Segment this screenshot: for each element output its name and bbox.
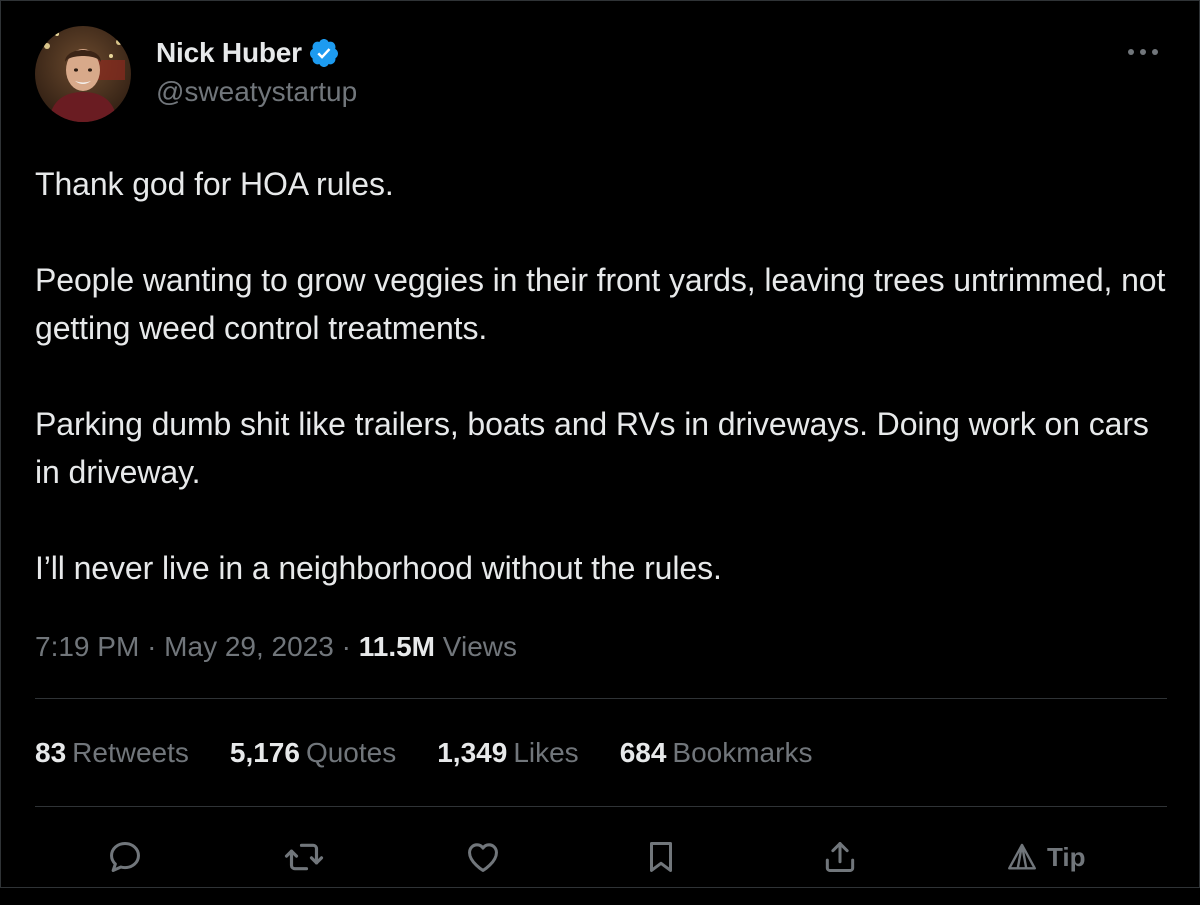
tweet-paragraph: Thank god for HOA rules. [35, 166, 394, 202]
stat-count: 1,349 [437, 736, 508, 768]
like-icon[interactable] [461, 835, 505, 879]
stat-count: 83 [35, 736, 67, 768]
stat-label: Retweets [72, 736, 189, 768]
tweet-meta: 7:19 PM · May 29, 2023 · 11.5M Views [35, 627, 1167, 667]
bookmark-icon[interactable] [639, 835, 683, 879]
stat-count: 684 [619, 736, 667, 768]
meta-separator: · [341, 631, 351, 662]
stat-label: Quotes [305, 736, 397, 768]
tweet-paragraph: I’ll never live in a neighborhood withou… [35, 550, 722, 586]
reply-icon[interactable] [103, 835, 147, 879]
author-names: Nick Huber @sweatystartup [156, 36, 357, 108]
meta-separator: · [147, 631, 157, 662]
tweet-header: Nick Huber @sweatystartup [35, 26, 1167, 122]
stat-likes[interactable]: 1,349 Likes [437, 737, 578, 769]
display-name[interactable]: Nick Huber [156, 37, 302, 69]
stat-retweets[interactable]: 83 Retweets [35, 737, 189, 769]
tweet-paragraph: People wanting to grow veggies in their … [35, 262, 1166, 346]
tweet-paragraph: Parking dumb shit like trailers, boats a… [35, 406, 1149, 490]
tip-icon [1008, 843, 1036, 870]
engagement-stats: 83 Retweets 5,176 Quotes 1,349 Likes 684 Boo… [35, 699, 1167, 806]
tweet-text: Thank god for HOA rules. People wanting … [35, 160, 1167, 592]
handle[interactable]: @sweatystartup [156, 76, 357, 108]
tip-button[interactable]: Tip [1005, 837, 1086, 877]
stat-bookmarks[interactable]: 684 Bookmarks [620, 737, 813, 769]
avatar[interactable] [35, 26, 131, 122]
views-label[interactable]: Views [443, 631, 517, 662]
stat-quotes[interactable]: 5,176 Quotes [230, 737, 396, 769]
display-name-row: Nick Huber [156, 36, 357, 70]
action-bar: Tip [35, 807, 1167, 905]
retweet-icon[interactable] [282, 835, 326, 879]
views-count[interactable]: 11.5M [359, 631, 435, 662]
stat-label: Likes [513, 736, 579, 768]
tweet: Nick Huber @sweatystartup Thank god for … [35, 26, 1167, 905]
tweet-time[interactable]: 7:19 PM [35, 631, 139, 662]
stat-count: 5,176 [229, 736, 300, 768]
share-icon[interactable] [818, 835, 862, 879]
verified-badge-icon[interactable] [308, 37, 340, 69]
tweet-date[interactable]: May 29, 2023 [164, 631, 334, 662]
more-horizontal-icon[interactable] [1123, 38, 1163, 66]
stat-label: Bookmarks [672, 736, 813, 768]
tip-label: Tip [1047, 841, 1086, 872]
